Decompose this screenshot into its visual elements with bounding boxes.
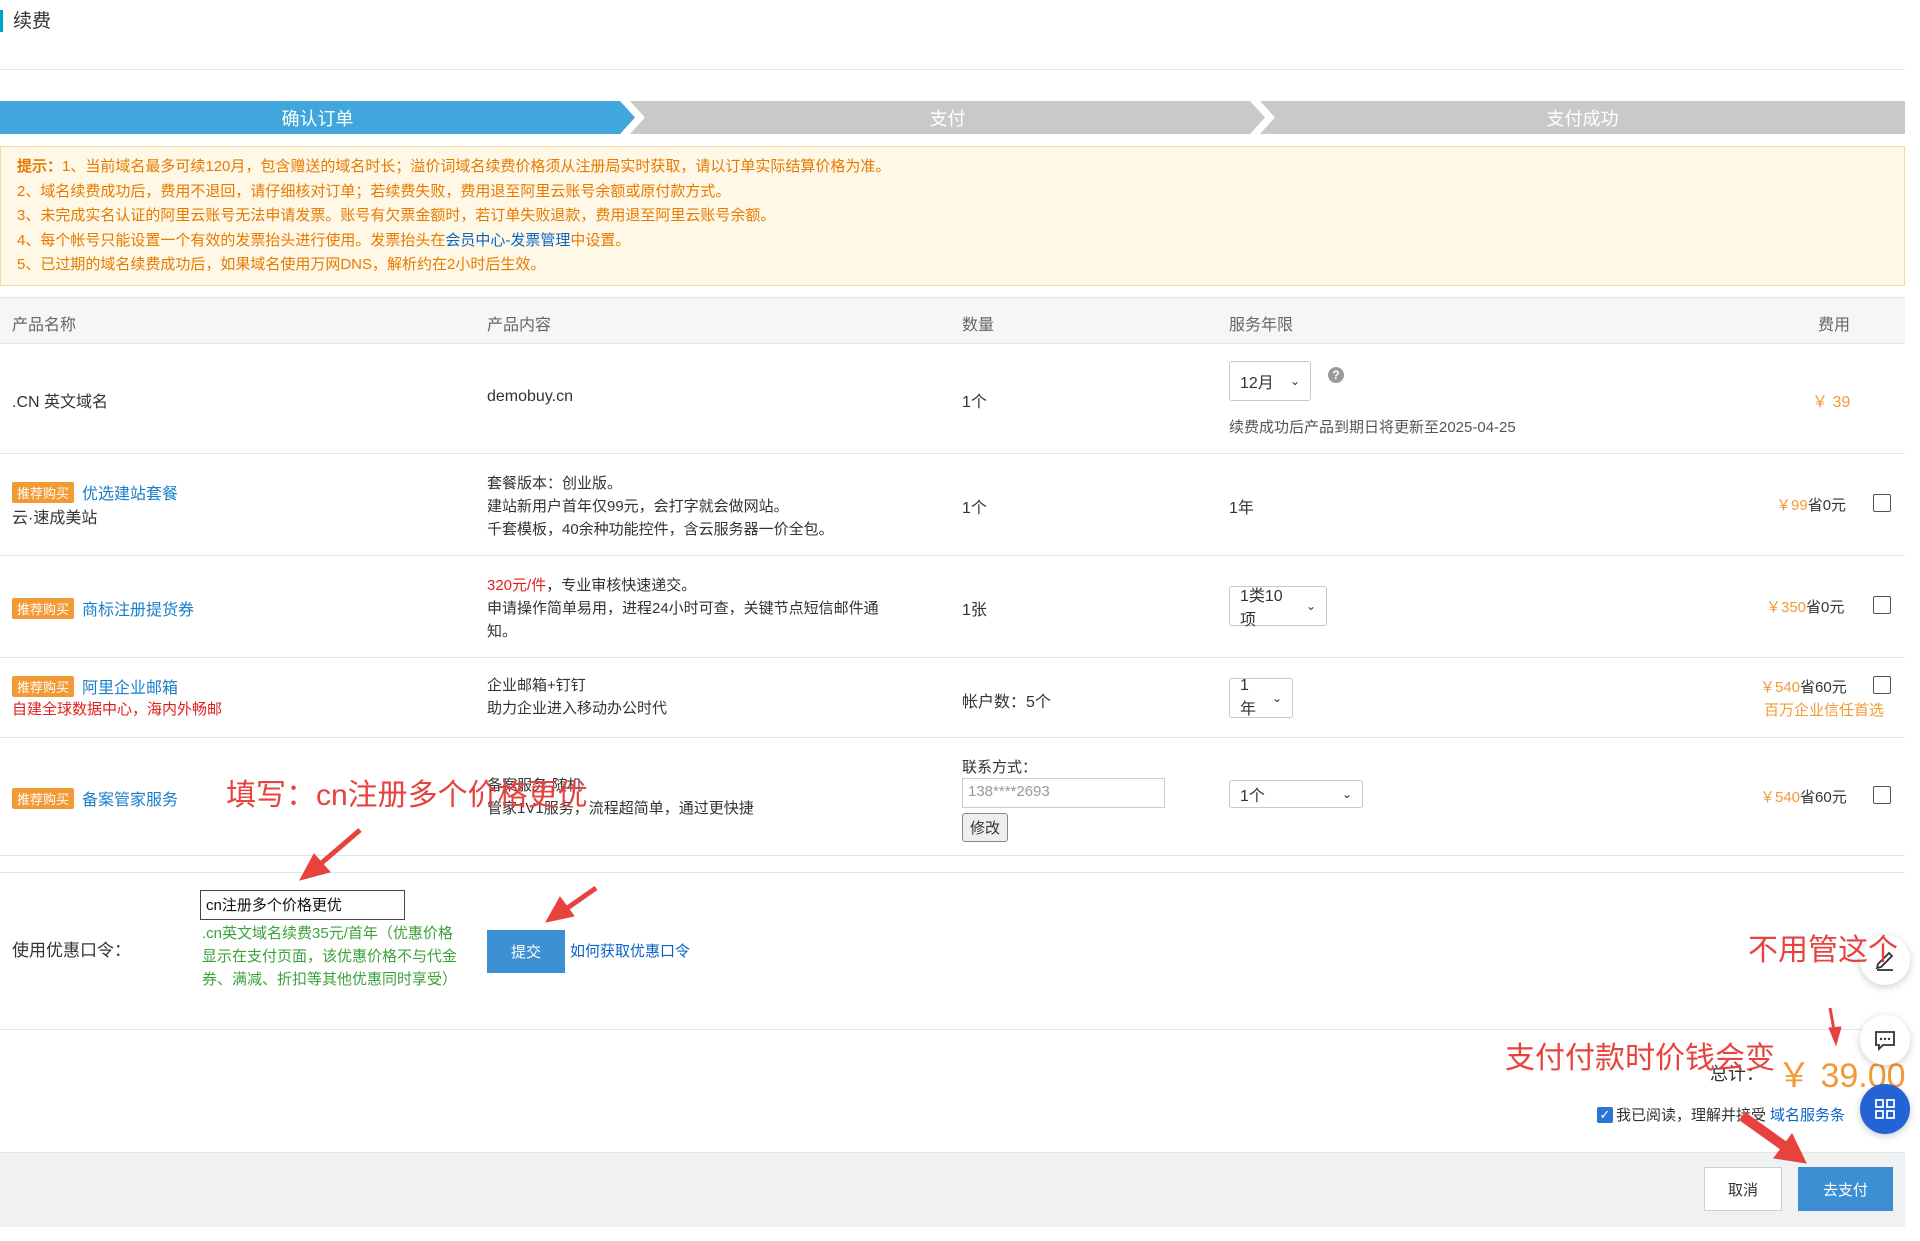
product-link[interactable]: 商标注册提货券 [82,602,194,619]
quantity: 1个 [962,394,987,411]
modify-button[interactable]: 修改 [962,813,1009,842]
annotation-price-change: 支付付款时价钱会变 [1505,1042,1775,1075]
period: 1年 [1229,500,1254,517]
recommend-badge: 推荐购买 [12,482,75,503]
table-row: 推荐购买 优选建站套餐 云·速成美站 套餐版本：创业版。 建站新用户首年仅99元，… [0,454,1905,556]
step-payment-success: 支付成功 [1260,101,1905,134]
chevron-down-icon: ⌄ [1305,599,1316,613]
period-select[interactable]: 1类10项 ⌄ [1229,586,1327,629]
grid-icon [1875,1099,1895,1119]
header-product-content: 产品内容 [487,317,552,334]
product-subtitle: 云·速成美站 [12,510,98,527]
product-content: demobuy.cn [487,388,573,405]
header-fee: 费用 [1818,317,1851,334]
header-service-period: 服务年限 [1229,317,1294,334]
coupon-description: .cn英文域名续费35元/首年（优惠价格显示在支付页面，该优惠价格不与代金券、满… [202,925,458,988]
product-link[interactable]: 备案管家服务 [82,792,178,809]
agreement-checkbox[interactable]: ✓ [1597,1106,1613,1123]
progress-steps: 确认订单 支付 支付成功 [0,101,1905,134]
apps-float-button[interactable] [1860,1084,1910,1134]
table-row: .CN 英文域名 demobuy.cn 1个 12月 ⌄ ? 续费成功后产品到期日… [0,344,1905,454]
chat-float-button[interactable] [1860,1015,1910,1065]
contact-label: 联系方式： [962,759,1038,776]
contact-phone-field[interactable]: 138****2693 [962,778,1165,808]
page-header: 续费 [0,0,1905,70]
chevron-down-icon: ⌄ [1341,787,1352,801]
product-subtitle: 自建全球数据中心，海内外畅邮 [12,701,223,718]
product-content: 企业邮箱+钉钉 助力企业进入移动办公时代 [487,677,668,717]
recommend-badge: 推荐购买 [12,788,75,809]
table-header: 产品名称 产品内容 数量 服务年限 费用 [0,297,1905,344]
step-payment: 支付 [630,101,1265,134]
chevron-down-icon: ⌄ [1289,374,1300,388]
notice-line-2: 2、域名续费成功后，费用不退回，请仔细核对订单；若续费失败，费用退至阿里云账号余… [17,182,731,200]
notice-line-1: 提示：1、当前域名最多可续120月，包含赠送的域名时长；溢价词域名续费价格须从注… [17,158,891,175]
how-to-get-coupon-link[interactable]: 如何获取优惠口令 [570,940,690,961]
period-select[interactable]: 1年 ⌄ [1229,677,1293,718]
recommend-badge: 推荐购买 [12,598,75,619]
notice-line-4: 4、每个帐号只能设置一个有效的发票抬头进行使用。发票抬头在会员中心-发票管理中设… [17,231,631,249]
invoice-management-link[interactable]: 会员中心-发票管理 [445,232,570,249]
coupon-label: 使用优惠口令： [12,941,131,960]
quantity: 1个 [962,500,987,517]
chevron-down-icon: ⌄ [1271,691,1282,705]
coupon-submit-button[interactable]: 提交 [487,930,565,973]
notice-line-5: 5、已过期的域名续费成功后，如果域名使用万网DNS，解析约在2小时后生效。 [17,256,546,273]
quantity: 帐户数：5个 [962,694,1051,711]
help-icon[interactable]: ? [1328,367,1344,383]
addon-checkbox[interactable] [1873,596,1891,614]
addon-checkbox[interactable] [1873,676,1891,694]
product-link[interactable]: 阿里企业邮箱 [82,680,178,697]
addon-checkbox[interactable] [1873,786,1891,804]
period-select[interactable]: 12月 ⌄ [1229,361,1311,401]
product-content: 套餐版本：创业版。 建站新用户首年仅99元，会打字就会做网站。 千套模板，40余… [487,475,834,538]
period-note: 续费成功后产品到期日将更新至2025-04-25 [1229,419,1516,436]
notice-line-3: 3、未完成实名认证的阿里云账号无法申请发票。账号有欠票金额时，若订单失败退款，费… [17,207,776,224]
title-accent-bar [0,10,3,32]
page-title: 续费 [13,11,52,32]
agreement-row: ✓ 我已阅读，理解并接受 域名服务条 [1597,1104,1845,1125]
header-product-name: 产品名称 [12,317,77,334]
period-select[interactable]: 1个 ⌄ [1229,780,1363,808]
table-row: 推荐购买 商标注册提货券 320元/件，专业审核快速递交。 申请操作简单易用，进程… [0,556,1905,658]
fee: ￥350省0元 [1766,599,1845,616]
notice-box: 提示：1、当前域名最多可续120月，包含赠送的域名时长；溢价词域名续费价格须从注… [0,146,1905,286]
footer-bar [0,1152,1905,1227]
table-row: 推荐购买 阿里企业邮箱 自建全球数据中心，海内外畅邮 企业邮箱+钉钉 助力企业进入… [0,658,1905,738]
quantity: 1张 [962,602,987,619]
fee: ￥ 39 [1812,394,1851,411]
annotation-fill-coupon: 填写：cn注册多个价格更优 [226,779,588,812]
recommend-badge: 推荐购买 [12,676,75,697]
step-confirm-order: 确认订单 [0,101,635,134]
fee-note: 百万企业信任首选 [1764,702,1885,719]
addon-checkbox[interactable] [1873,494,1891,512]
fee: ￥540省60元 [1760,679,1847,696]
fee: ￥99省0元 [1776,497,1847,514]
coupon-input[interactable]: cn注册多个价格更优 [200,890,405,920]
cancel-button[interactable]: 取消 [1704,1167,1782,1211]
fee: ￥540省60元 [1760,789,1847,806]
product-link[interactable]: 优选建站套餐 [82,486,178,503]
domain-terms-link[interactable]: 域名服务条 [1770,1104,1845,1125]
product-content: 320元/件，专业审核快速递交。 申请操作简单易用，进程24小时可查，关键节点短… [487,577,879,640]
chat-icon [1875,1031,1895,1052]
annotation-ignore: 不用管这个 [1748,934,1898,967]
header-quantity: 数量 [962,317,995,334]
product-name: .CN 英文域名 [12,394,109,411]
pay-button[interactable]: 去支付 [1798,1167,1893,1211]
